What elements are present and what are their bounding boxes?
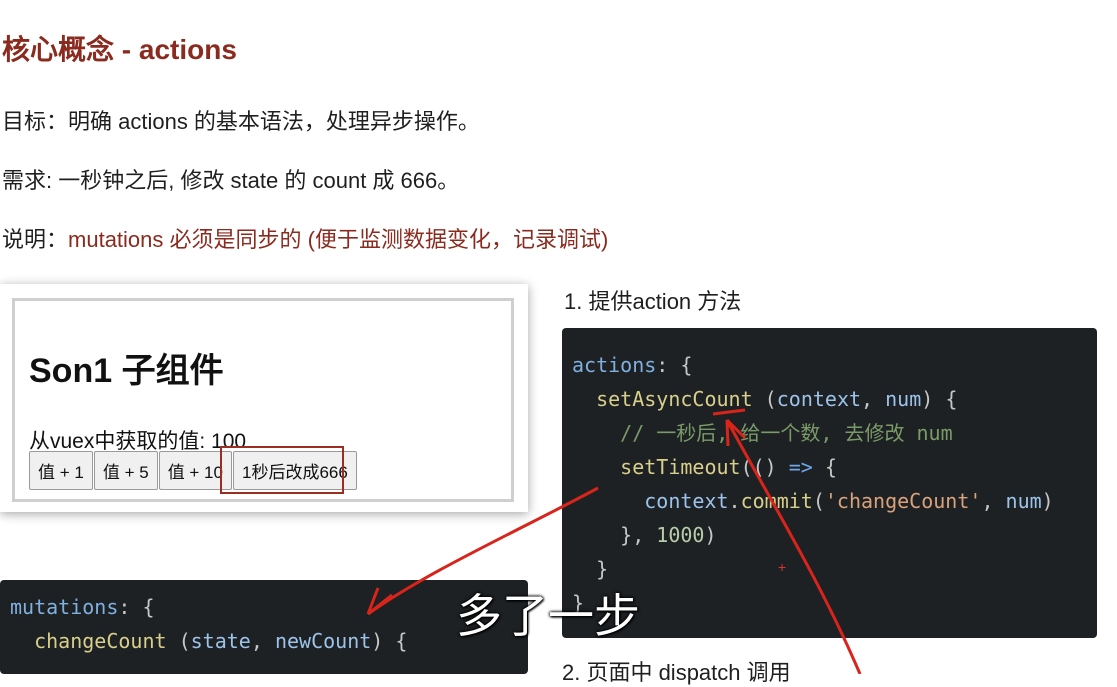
requirement-text: 需求: 一秒钟之后, 修改 state 的 count 成 666。	[2, 168, 460, 193]
component-title: Son1 子组件	[29, 352, 224, 390]
note-text: 说明：mutations 必须是同步的 (便于监测数据变化，记录调试)	[2, 222, 608, 254]
code-line: // 一秒后, 给一个数, 去修改 num	[620, 421, 953, 445]
mutations-code-block: mutations: { changeCount (state, newCoun…	[0, 580, 528, 674]
note-highlight: mutations 必须是同步的 (便于监测数据变化，记录调试)	[68, 227, 609, 252]
code-line: }, 1000)	[620, 523, 717, 547]
code-line: context.commit('changeCount', num)	[644, 489, 1054, 513]
step-2-label: 2. 页面中 dispatch 调用	[562, 660, 791, 685]
add-5-button[interactable]: 值 + 5	[93, 451, 158, 490]
code-line: }	[596, 557, 609, 581]
goal-text: 目标：明确 actions 的基本语法，处理异步操作。	[2, 109, 480, 134]
async-button-highlight	[220, 446, 344, 494]
note-prefix: 说明：	[2, 227, 69, 252]
step-1-label: 1. 提供action 方法	[564, 289, 742, 314]
code-line: setTimeout(() => {	[620, 455, 837, 479]
handwritten-annotation: 多了一步	[456, 589, 640, 643]
code-line: mutations: {	[10, 595, 155, 619]
code-line: changeCount (state, newCount) {	[34, 629, 408, 653]
actions-code-block: actions: { setAsyncCount (context, num) …	[562, 328, 1097, 638]
page-title: 核心概念 - actions	[2, 34, 237, 65]
add-1-button[interactable]: 值 + 1	[29, 451, 93, 490]
code-line: setAsyncCount (context, num) {	[596, 387, 958, 411]
code-line: }	[572, 591, 585, 615]
plus-mark-icon: +	[778, 559, 787, 575]
code-line: actions: {	[572, 353, 693, 377]
